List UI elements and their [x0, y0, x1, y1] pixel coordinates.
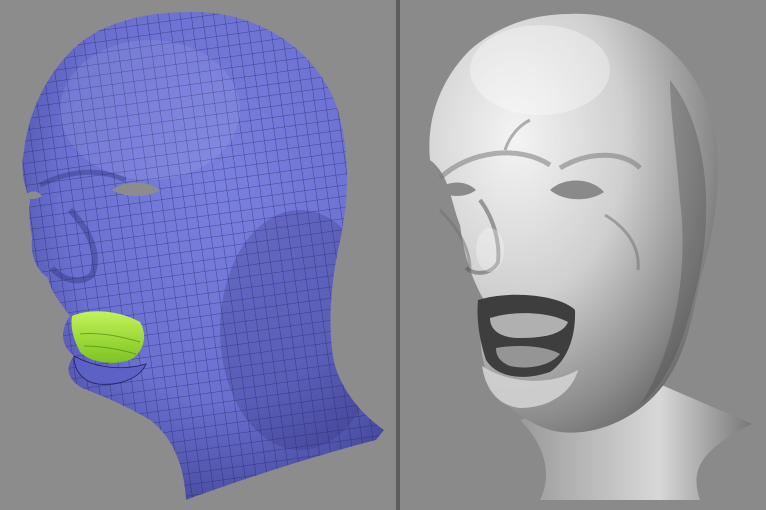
shaded-viewport [400, 0, 766, 510]
wireframe-viewport [0, 0, 396, 510]
shaded-head-render [400, 0, 766, 510]
wireframe-head-render [0, 0, 396, 510]
render-comparison [0, 0, 766, 510]
